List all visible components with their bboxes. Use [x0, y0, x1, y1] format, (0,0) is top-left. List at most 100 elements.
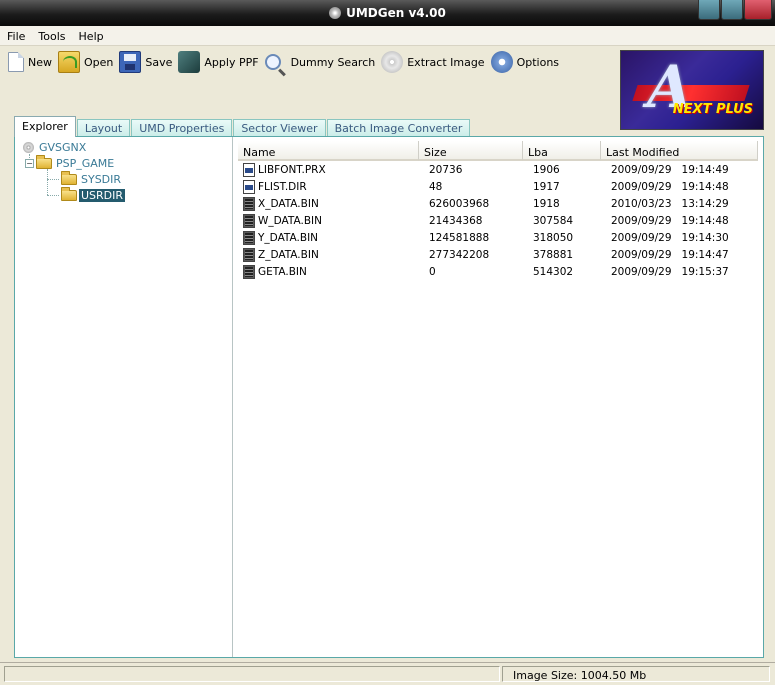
cell-name: W_DATA.BIN	[243, 214, 322, 228]
file-list: Name Size Lba Last Modified LIBFONT.PRX 2…	[234, 137, 763, 657]
open-button[interactable]: Open	[58, 48, 113, 76]
tree-line	[47, 169, 48, 195]
file-name: W_DATA.BIN	[258, 215, 322, 227]
cell-name: LIBFONT.PRX	[243, 163, 326, 177]
apply-ppf-button[interactable]: Apply PPF	[178, 48, 259, 76]
save-disk-icon	[119, 51, 142, 73]
collapse-icon[interactable]: −	[25, 158, 34, 168]
column-lba[interactable]: Lba	[523, 141, 601, 161]
cell-name: FLIST.DIR	[243, 180, 307, 194]
title-bar: UMDGen v4.00	[0, 0, 775, 26]
cell-lba: 1917	[533, 181, 560, 193]
table-row[interactable]: Y_DATA.BIN 124581888 318050 2009/09/29 19:1…	[241, 230, 756, 247]
cell-modified: 2010/03/23 13:14:29	[611, 198, 729, 210]
open-folder-icon	[58, 51, 80, 73]
cell-modified: 2009/09/29 19:15:37	[611, 266, 729, 278]
menu-file[interactable]: File	[0, 26, 31, 43]
column-size[interactable]: Size	[419, 141, 523, 161]
dummy-search-button[interactable]: Dummy Search	[264, 48, 376, 76]
tab-sector-viewer[interactable]: Sector Viewer	[233, 119, 326, 137]
tree-node-sysdir[interactable]: SYSDIR	[61, 170, 123, 186]
menu-tools[interactable]: Tools	[31, 26, 71, 43]
options-button[interactable]: Options	[490, 48, 560, 76]
cell-lba: 1906	[533, 164, 560, 176]
cell-size: 20736	[429, 164, 463, 176]
tab-umd-properties[interactable]: UMD Properties	[131, 119, 233, 137]
table-row[interactable]: GETA.BIN 0 514302 2009/09/29 19:15:37	[241, 264, 756, 281]
cell-size: 277342208	[429, 249, 490, 261]
table-row[interactable]: W_DATA.BIN 21434368 307584 2009/09/29 19:14…	[241, 213, 756, 230]
table-row[interactable]: FLIST.DIR 48 1917 2009/09/29 19:14:48	[241, 179, 756, 196]
list-header: Name Size Lba Last Modified	[238, 141, 758, 161]
cell-lba: 514302	[533, 266, 574, 278]
game-logo: A NEXT PLUS	[620, 50, 764, 130]
status-bar: Image Size: 1004.50 Mb	[0, 662, 775, 685]
save-button[interactable]: Save	[119, 48, 172, 76]
dummy-search-label: Dummy Search	[290, 55, 376, 69]
column-name[interactable]: Name	[238, 141, 419, 161]
tab-layout[interactable]: Layout	[76, 119, 131, 137]
binary-file-icon	[243, 214, 255, 228]
table-row[interactable]: Z_DATA.BIN 277342208 378881 2009/09/29 19:1…	[241, 247, 756, 264]
menu-help[interactable]: Help	[72, 26, 110, 43]
file-name: X_DATA.BIN	[258, 198, 319, 210]
table-row[interactable]: LIBFONT.PRX 20736 1906 2009/09/29 19:14:49	[241, 162, 756, 179]
file-icon	[243, 180, 255, 194]
minimize-button[interactable]	[698, 0, 720, 20]
tree-node-usrdir[interactable]: USRDIR	[61, 186, 126, 202]
disc-icon	[381, 51, 404, 73]
column-last-modified[interactable]: Last Modified	[601, 141, 758, 161]
tab-batch-image-converter[interactable]: Batch Image Converter	[326, 119, 471, 137]
cell-size: 124581888	[429, 232, 490, 244]
file-name: GETA.BIN	[258, 266, 307, 278]
close-button[interactable]	[744, 0, 772, 20]
new-label: New	[28, 55, 52, 69]
file-name: Z_DATA.BIN	[258, 249, 319, 261]
cell-modified: 2009/09/29 19:14:48	[611, 181, 729, 193]
tab-strip: Explorer Layout UMD Properties Sector Vi…	[14, 115, 471, 137]
cell-lba: 307584	[533, 215, 574, 227]
status-panel-left	[4, 666, 500, 682]
cell-modified: 2009/09/29 19:14:47	[611, 249, 729, 261]
extract-image-label: Extract Image	[407, 55, 485, 69]
tree-label: SYSDIR	[81, 172, 122, 186]
cell-name: Z_DATA.BIN	[243, 248, 319, 262]
file-icon	[243, 163, 255, 177]
new-button[interactable]: New	[8, 48, 52, 76]
table-row[interactable]: X_DATA.BIN 626003968 1918 2010/03/23 13:14:…	[241, 196, 756, 213]
save-label: Save	[145, 55, 173, 69]
folder-icon	[61, 170, 77, 185]
open-label: Open	[84, 55, 114, 69]
tree-line	[47, 179, 59, 180]
apply-ppf-label: Apply PPF	[204, 55, 259, 69]
disc-icon	[23, 141, 34, 153]
tree-label: USRDIR	[79, 188, 126, 202]
options-label: Options	[516, 55, 560, 69]
binary-file-icon	[243, 248, 255, 262]
tab-explorer[interactable]: Explorer	[14, 116, 76, 137]
cell-size: 626003968	[429, 198, 490, 210]
new-file-icon	[8, 52, 24, 72]
cell-lba: 1918	[533, 198, 560, 210]
menu-bar: File Tools Help	[0, 26, 775, 46]
extract-image-button[interactable]: Extract Image	[381, 48, 485, 76]
maximize-button[interactable]	[721, 0, 743, 20]
window-controls	[698, 0, 772, 20]
cell-size: 0	[429, 266, 436, 278]
file-name: FLIST.DIR	[258, 181, 307, 193]
folder-tree: GVSGNX − PSP_GAME SYSDIR USRDIR	[15, 137, 233, 657]
ppf-cube-icon	[178, 51, 201, 73]
cell-name: X_DATA.BIN	[243, 197, 319, 211]
tree-node-psp-game[interactable]: − PSP_GAME	[25, 154, 116, 170]
binary-file-icon	[243, 197, 255, 211]
app-icon	[329, 7, 342, 19]
tree-label: GVSGNX	[39, 140, 87, 154]
cell-size: 21434368	[429, 215, 483, 227]
folder-open-icon	[36, 154, 52, 169]
image-size-status: Image Size: 1004.50 Mb	[502, 666, 770, 682]
tree-label: PSP_GAME	[56, 156, 115, 170]
tree-node-root[interactable]: GVSGNX	[23, 140, 88, 154]
cell-name: GETA.BIN	[243, 265, 307, 279]
cell-modified: 2009/09/29 19:14:48	[611, 215, 729, 227]
window-title-text: UMDGen v4.00	[346, 6, 446, 20]
